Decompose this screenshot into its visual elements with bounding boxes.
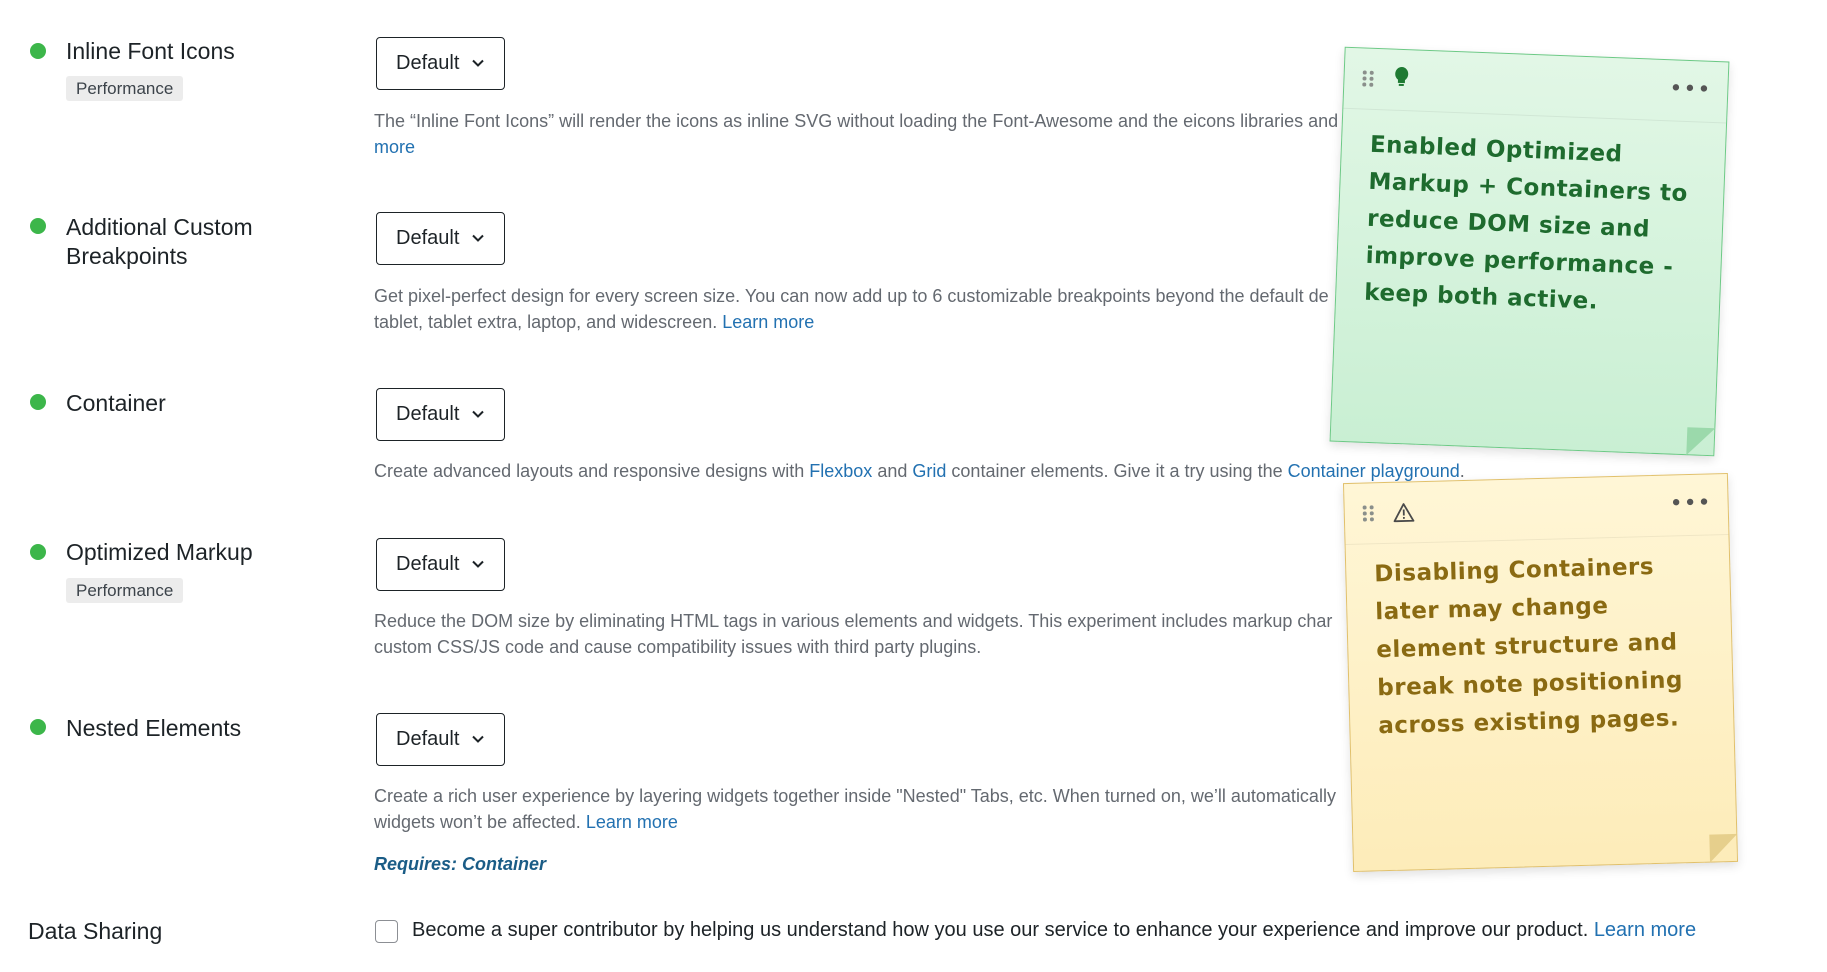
experiment-label: Inline Font Icons	[66, 38, 235, 64]
description-text: tablet, tablet extra, laptop, and widesc…	[374, 312, 718, 332]
flexbox-link[interactable]: Flexbox	[809, 461, 872, 481]
select-value: Default	[396, 553, 460, 575]
data-sharing-description: Become a super contributor by helping us…	[412, 919, 1589, 941]
status-active-dot	[30, 43, 46, 59]
more-options-icon[interactable]: •••	[1669, 76, 1712, 103]
sticky-note-green[interactable]: ••• Enabled Optimized Markup + Container…	[1329, 46, 1730, 457]
state-select[interactable]: Default	[376, 713, 505, 766]
experiment-label: Additional Custom Breakpoints	[66, 214, 253, 269]
experiment-label: Nested Elements	[66, 715, 242, 741]
select-value: Default	[396, 403, 460, 425]
select-value: Default	[396, 227, 460, 249]
drag-handle-icon[interactable]	[1362, 505, 1377, 522]
status-active-dot	[30, 218, 46, 234]
experiment-label: Container	[66, 390, 166, 416]
learn-more-link[interactable]: Learn more	[586, 812, 678, 832]
learn-more-link[interactable]: Learn more	[1594, 919, 1696, 941]
note-corner-fold	[1709, 833, 1739, 863]
select-value: Default	[396, 52, 460, 74]
description-text: container elements. Give it a try using …	[951, 461, 1283, 481]
note-corner-fold	[1686, 427, 1716, 457]
description-text: The “Inline Font Icons” will render the …	[374, 111, 1339, 131]
chevron-down-icon	[472, 410, 484, 418]
chevron-down-icon	[472, 59, 484, 67]
data-sharing-title: Data Sharing	[28, 918, 163, 944]
performance-badge: Performance	[66, 578, 184, 603]
grid-link[interactable]: Grid	[912, 461, 946, 481]
description-text: custom CSS/JS code and cause compatibili…	[374, 637, 982, 657]
status-active-dot	[30, 544, 46, 560]
data-sharing-checkbox[interactable]	[375, 920, 398, 943]
more-options-icon[interactable]: •••	[1669, 490, 1712, 516]
note-text: Enabled Optimized Markup + Containers to…	[1363, 131, 1689, 315]
description-text: widgets won’t be affected.	[374, 812, 581, 832]
note-header: •••	[1344, 474, 1729, 546]
description-text: Reduce the DOM size by eliminating HTML …	[374, 611, 1333, 631]
chevron-down-icon	[472, 560, 484, 568]
description-text: Create a rich user experience by layerin…	[374, 786, 1336, 806]
performance-badge: Performance	[66, 76, 184, 101]
drag-handle-icon[interactable]	[1362, 70, 1377, 87]
status-active-dot	[30, 719, 46, 735]
data-sharing-text: Become a super contributor by helping us…	[412, 919, 1696, 942]
chevron-down-icon	[472, 735, 484, 743]
learn-more-link[interactable]: Learn more	[722, 312, 814, 332]
container-playground-link[interactable]: Container playground	[1288, 461, 1460, 481]
state-select[interactable]: Default	[376, 388, 505, 441]
select-value: Default	[396, 728, 460, 750]
description-text: .	[1459, 461, 1465, 481]
description-text: and	[877, 461, 908, 481]
status-active-dot	[30, 394, 46, 410]
note-text: Disabling Containers later may change el…	[1374, 553, 1684, 740]
lightbulb-icon	[1395, 66, 1409, 87]
warning-icon	[1393, 503, 1415, 523]
requires-note: Requires: Container	[374, 854, 547, 874]
sticky-note-yellow[interactable]: ••• Disabling Containers later may chang…	[1342, 473, 1739, 872]
learn-more-link[interactable]: more	[374, 137, 415, 157]
experiment-label: Optimized Markup	[66, 539, 253, 565]
note-header: •••	[1343, 47, 1729, 124]
description-text: Get pixel-perfect design for every scree…	[374, 286, 1329, 306]
state-select[interactable]: Default	[376, 212, 505, 265]
description-text: Create advanced layouts and responsive d…	[374, 461, 805, 481]
state-select[interactable]: Default	[376, 37, 505, 90]
chevron-down-icon	[472, 234, 484, 242]
state-select[interactable]: Default	[376, 538, 505, 591]
